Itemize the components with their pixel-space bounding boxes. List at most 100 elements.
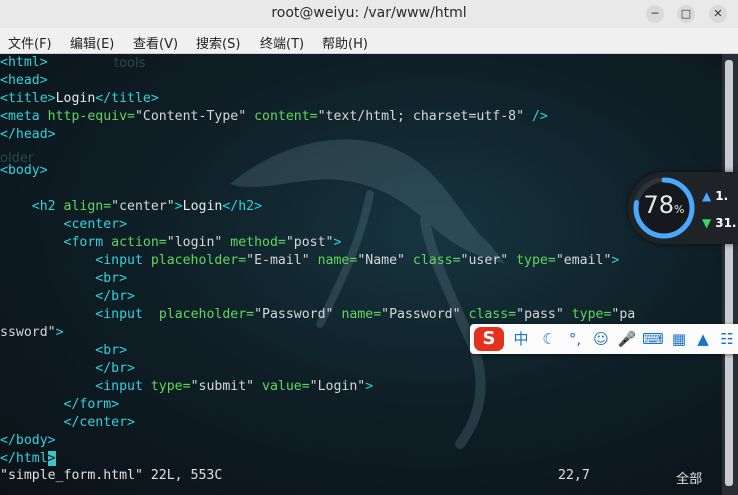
skin-shirt-icon[interactable]: ▲	[692, 328, 714, 350]
code-line: </body>	[0, 432, 635, 450]
code-token: "user"	[460, 253, 517, 268]
window-title: root@weiyu: /var/www/html	[271, 5, 467, 21]
code-token: </title>	[95, 91, 159, 106]
code-token: "text/html; charset=utf-8"	[317, 109, 532, 124]
code-line: <input placeholder="E-mail" name="Name" …	[0, 252, 635, 270]
menu-edit[interactable]: 编辑(E)	[70, 33, 114, 52]
status-file-info: "simple_form.html" 22L, 553C	[0, 468, 223, 483]
close-button[interactable]: ✕	[709, 5, 727, 23]
code-token: />	[531, 109, 548, 124]
status-scroll-indicator: 全部	[676, 472, 703, 487]
code-token: "Content-Type"	[134, 109, 255, 124]
code-token: <body>	[0, 163, 48, 178]
code-line: <br>	[0, 270, 635, 288]
network-speed-widget[interactable]: 78% ▲ 1. ▼ 31.	[628, 172, 738, 244]
maximize-button[interactable]: □	[677, 5, 695, 23]
grid-menu-icon[interactable]: ☷	[716, 328, 738, 350]
code-token: type=	[516, 253, 556, 268]
keyboard-icon[interactable]: ⌨	[642, 328, 664, 350]
code-line: <form action="login" method="post">	[0, 234, 635, 252]
code-token: <center>	[63, 217, 128, 232]
maximize-icon: □	[680, 7, 692, 20]
code-token: >	[333, 235, 342, 250]
code-line: <body>	[0, 162, 635, 180]
code-token: method=	[230, 235, 286, 250]
code-token: "submit"	[190, 379, 263, 394]
minimize-icon: ─	[651, 7, 659, 20]
code-token: "pa	[611, 307, 636, 322]
gauge-value: 78%	[643, 191, 685, 219]
ime-chinese-mode-button[interactable]: 中	[510, 328, 532, 350]
upload-speed: ▲ 1.	[702, 189, 729, 203]
code-token: <input	[95, 379, 151, 394]
code-line: <meta http-equiv="Content-Type" content=…	[0, 108, 635, 126]
code-token: name=	[341, 307, 382, 322]
code-token: <html>	[0, 55, 48, 70]
code-token: <input	[95, 307, 159, 322]
ime-punctuation-button[interactable]: °,	[564, 328, 586, 350]
code-token: type=	[571, 307, 612, 322]
code-line: <h2 align="center">Login</h2>	[0, 198, 635, 216]
code-token: "Password"	[254, 307, 342, 322]
code-token: value=	[262, 379, 310, 394]
code-token: <br>	[95, 343, 128, 358]
moon-icon[interactable]: ☾	[538, 328, 560, 350]
code-token: </h2>	[222, 199, 263, 214]
microphone-icon[interactable]: 🎤	[616, 328, 638, 350]
vim-status-line: "simple_form.html" 22L, 553C 22,7 全部	[0, 468, 722, 487]
code-token: </html	[0, 451, 48, 466]
code-line: </head>	[0, 126, 635, 144]
toolbox-icon[interactable]: ▦	[668, 328, 690, 350]
code-token: </center>	[63, 415, 135, 430]
ime-toolbar[interactable]: S 中 ☾ °, ☺ 🎤 ⌨ ▦ ▲ ☷	[470, 324, 738, 354]
code-token: </head>	[0, 127, 56, 142]
vim-buffer[interactable]: <html> <head> <title>Login</title> <meta ht…	[0, 54, 635, 468]
download-arrow-icon: ▼	[702, 216, 712, 230]
code-token: action=	[111, 235, 167, 250]
sogou-logo-icon[interactable]: S	[474, 327, 504, 351]
menu-search[interactable]: 搜索(S)	[196, 33, 240, 52]
scrollbar-thumb[interactable]	[725, 60, 733, 486]
code-token: Login	[55, 91, 96, 106]
code-token: "post"	[285, 235, 334, 250]
text-cursor: >	[47, 451, 56, 466]
code-token: class=	[412, 253, 461, 268]
code-token: <br>	[95, 271, 128, 286]
terminal-area[interactable]: tools older <html> <head> <title>Login</ti…	[0, 54, 722, 495]
code-token: <h2	[31, 199, 64, 214]
code-token: </form>	[63, 397, 120, 412]
code-token: Login	[182, 199, 223, 214]
code-token: http-equiv=	[47, 109, 135, 124]
code-line: <input type="submit" value="Login">	[0, 378, 635, 396]
code-line: </br>	[0, 288, 635, 306]
menu-view[interactable]: 查看(V)	[133, 33, 178, 52]
code-line: <title>Login</title>	[0, 90, 635, 108]
code-token: "center"	[111, 199, 175, 214]
minimize-button[interactable]: ─	[646, 5, 664, 23]
emoji-icon[interactable]: ☺	[590, 328, 612, 350]
scrollbar[interactable]	[722, 54, 738, 495]
code-token: "Name"	[357, 253, 413, 268]
code-token: <title>	[0, 91, 56, 106]
code-token: <meta	[0, 109, 48, 124]
menu-terminal[interactable]: 终端(T)	[260, 33, 304, 52]
code-line: <center>	[0, 216, 635, 234]
code-token: >	[365, 379, 374, 394]
code-token: >	[174, 199, 183, 214]
title-bar: root@weiyu: /var/www/html ─ □ ✕	[0, 0, 738, 28]
code-token: "Login"	[309, 379, 366, 394]
code-line: <html>	[0, 54, 635, 72]
code-token: placeholder=	[158, 307, 255, 322]
menu-help[interactable]: 帮助(H)	[322, 33, 368, 52]
menu-file[interactable]: 文件(F)	[8, 33, 52, 52]
code-token: "Password"	[381, 307, 469, 322]
code-token: ssword"	[0, 325, 56, 340]
